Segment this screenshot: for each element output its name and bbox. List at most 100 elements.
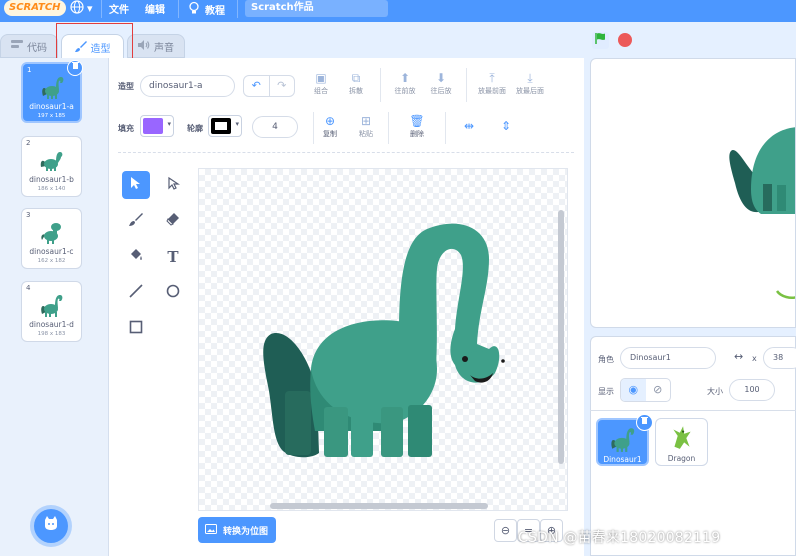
dinosaur-thumbnail: [40, 152, 63, 171]
fill-tool[interactable]: [122, 243, 150, 271]
tutorials-menu[interactable]: 教程: [188, 1, 225, 18]
costume-number: 3: [26, 211, 31, 219]
dinosaur-drawing: [263, 223, 505, 458]
paste-button[interactable]: ⊞ 粘贴: [346, 113, 386, 139]
convert-bitmap-button[interactable]: 转换为位图: [198, 517, 276, 543]
eye-icon[interactable]: ◉: [621, 379, 646, 401]
vertical-scrollbar[interactable]: [558, 210, 564, 464]
costume-item[interactable]: 2 dinosaur1-b 186 x 140: [21, 136, 82, 197]
paint-bucket-icon: [129, 248, 143, 266]
forward-label: 往前放: [394, 87, 416, 95]
chevron-down-icon: ▾: [235, 120, 239, 128]
group-label: 组合: [314, 87, 328, 95]
fill-label: 填充: [118, 124, 134, 133]
redo-button[interactable]: ↷: [268, 76, 295, 96]
text-tool[interactable]: T: [159, 243, 187, 271]
eye-slash-icon[interactable]: ⊘: [646, 379, 671, 401]
dragon-thumbnail: [672, 426, 691, 449]
reshape-icon: [166, 176, 180, 194]
front-button[interactable]: ⤒ 放最前面: [472, 70, 512, 96]
tab-sounds-label: 声音: [154, 42, 174, 54]
tab-code[interactable]: 代码: [0, 34, 58, 58]
costume-name-input[interactable]: dinosaur1-a: [140, 75, 235, 97]
x-label: x: [752, 354, 757, 363]
zoom-out-icon: ⊖: [500, 524, 511, 537]
speaker-icon: [138, 39, 150, 53]
select-tool[interactable]: [122, 171, 150, 199]
toolbar-divider: [118, 152, 574, 153]
trash-icon: 🗑︎: [409, 114, 425, 128]
toolbar-divider: [466, 68, 467, 102]
costume-name: dinosaur1-d: [29, 320, 74, 329]
sprite-item[interactable]: Dragon: [655, 418, 708, 466]
brush-tool[interactable]: [122, 207, 150, 235]
sprite-panel-divider: [590, 410, 796, 411]
project-title-input[interactable]: Scratch作品: [245, 0, 388, 17]
toolbar-divider: [380, 68, 381, 102]
backward-button[interactable]: ⬇ 往后放: [421, 70, 461, 96]
arrow-up-icon: ⬆: [399, 71, 411, 85]
costume-number: 2: [26, 139, 31, 147]
menu-divider: [237, 0, 238, 18]
circle-icon: [166, 284, 180, 302]
size-input[interactable]: 100: [729, 379, 775, 401]
costume-name: dinosaur1-c: [29, 247, 74, 256]
language-menu[interactable]: ▾: [70, 0, 93, 17]
copy-button[interactable]: ⊕ 复制: [310, 113, 350, 139]
horizontal-scrollbar[interactable]: [270, 503, 488, 509]
x-position-input[interactable]: 38: [763, 347, 796, 369]
eraser-tool[interactable]: [159, 207, 187, 235]
line-tool[interactable]: [122, 279, 150, 307]
text-icon: T: [167, 248, 179, 266]
toolbar-divider: [388, 112, 389, 144]
delete-label: 删除: [410, 130, 424, 138]
arrow-bottom-icon: ⤓: [527, 71, 533, 85]
outline-label: 轮廓: [187, 124, 203, 133]
circle-tool[interactable]: [159, 279, 187, 307]
costume-item[interactable]: 4 dinosaur1-d 198 x 183: [21, 281, 82, 342]
rectangle-tool[interactable]: [122, 315, 150, 343]
flag-icon: [594, 33, 607, 49]
trash-icon: [641, 417, 648, 426]
outline-color-picker[interactable]: ▾: [208, 115, 242, 137]
stop-button[interactable]: [618, 33, 632, 47]
undo-button[interactable]: ↶: [244, 76, 269, 96]
copy-label: 复制: [323, 130, 337, 138]
costume-size: 198 x 183: [37, 331, 66, 337]
drawing-canvas[interactable]: [198, 168, 568, 511]
stroke-width-input[interactable]: 4: [252, 116, 298, 138]
dinosaur-thumbnail: [41, 295, 63, 317]
costume-size: 162 x 182: [37, 258, 66, 264]
paste-icon: ⊞: [360, 114, 372, 128]
fill-color-picker[interactable]: ▾: [140, 115, 174, 137]
sprite-name-input[interactable]: Dinosaur1: [620, 347, 716, 369]
forward-button[interactable]: ⬆ 往前放: [385, 70, 425, 96]
flip-horizontal-button[interactable]: ⇹: [449, 118, 489, 134]
flip-vertical-icon: ⇕: [500, 119, 512, 133]
menu-divider: [101, 0, 102, 18]
stage-dinosaur: [729, 127, 795, 299]
group-button[interactable]: ▣ 组合: [301, 70, 341, 96]
tab-sounds[interactable]: 声音: [127, 34, 185, 58]
delete-sprite-button[interactable]: [636, 414, 653, 431]
stage-view[interactable]: [590, 58, 796, 328]
chevron-down-icon: ▾: [167, 120, 171, 128]
file-menu[interactable]: 文件: [109, 1, 129, 16]
show-label: 显示: [598, 387, 614, 396]
flip-horizontal-icon: ⇹: [463, 119, 475, 133]
edit-menu[interactable]: 编辑: [145, 1, 165, 16]
line-icon: [129, 284, 143, 302]
add-costume-button[interactable]: [34, 509, 68, 543]
delete-button[interactable]: 🗑︎ 删除: [397, 113, 437, 139]
costume-item[interactable]: 3 dinosaur1-c 162 x 182: [21, 208, 82, 269]
ungroup-icon: ⧉: [351, 71, 361, 85]
ungroup-button[interactable]: ⧉ 拆散: [336, 70, 376, 96]
reshape-tool[interactable]: [159, 171, 187, 199]
green-flag-button[interactable]: [592, 32, 609, 49]
scratch-logo[interactable]: SCRATCH: [4, 0, 66, 16]
lightbulb-icon: [188, 1, 200, 18]
zoom-out-button[interactable]: ⊖: [494, 519, 517, 542]
flip-vertical-button[interactable]: ⇕: [486, 118, 526, 134]
delete-costume-button[interactable]: [67, 60, 83, 76]
back-button[interactable]: ⤓ 放最后面: [510, 70, 550, 96]
